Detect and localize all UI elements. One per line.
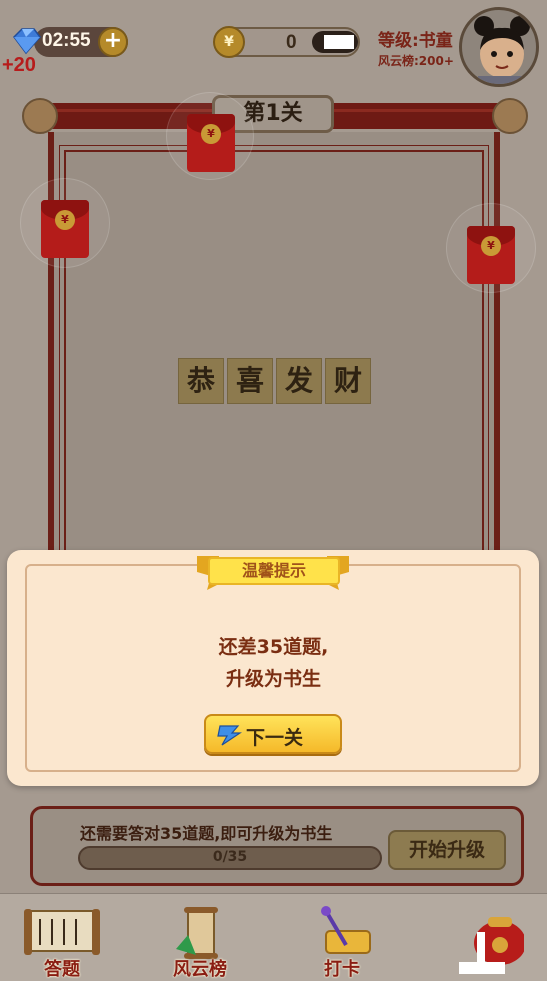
- nav-item-answer[interactable]: 答题: [2, 893, 122, 981]
- dialog-message-line2: 升级为书生: [225, 668, 321, 690]
- upgrade-hint: 还需要答对35道题,即可升级为书生: [80, 824, 333, 843]
- energy-delta: +20: [2, 54, 36, 76]
- envelope-seal-icon: ¥: [481, 236, 501, 256]
- coin-icon: ¥: [213, 26, 245, 58]
- redacted-icon: [312, 31, 358, 53]
- countdown-timer: 02:55: [42, 30, 91, 51]
- red-envelope-icon[interactable]: ¥: [467, 226, 515, 284]
- answer-char-4[interactable]: 财: [325, 358, 371, 404]
- red-envelope-icon[interactable]: ¥: [41, 200, 89, 258]
- avatar-face-icon: [474, 16, 530, 84]
- nav-item-checkin[interactable]: 打卡: [282, 893, 402, 981]
- redacted-icon: [459, 932, 505, 974]
- nav-label-checkin: 打卡: [324, 959, 360, 980]
- upgrade-progress-label: 0/35: [212, 849, 248, 865]
- answer-char-3[interactable]: 发: [276, 358, 322, 404]
- envelope-seal-icon: ¥: [55, 210, 75, 230]
- dialog-message-line1: 还差35道题,: [218, 636, 329, 658]
- envelope-seal-icon: ¥: [201, 124, 221, 144]
- nav-label-answer: 答题: [44, 959, 80, 980]
- avatar[interactable]: [459, 7, 539, 87]
- diamond-icon: [13, 28, 41, 55]
- start-upgrade-button[interactable]: 开始升级: [388, 830, 506, 870]
- answer-char-1[interactable]: 恭: [178, 358, 224, 404]
- dialog-title: 温馨提示: [208, 557, 340, 585]
- rank-board: 风云榜:200+: [378, 54, 454, 68]
- next-level-button[interactable]: 下一关: [204, 714, 342, 754]
- lightning-icon: [217, 725, 242, 746]
- rank-level: 等级:书童: [378, 31, 453, 51]
- next-level-label: 下一关: [246, 727, 304, 749]
- answer-char-2[interactable]: 喜: [227, 358, 273, 404]
- nav-label-ranking: 风云榜: [173, 959, 227, 980]
- red-envelope-icon[interactable]: ¥: [187, 114, 235, 172]
- add-energy-button[interactable]: +: [98, 27, 128, 57]
- board-inner-border: [59, 145, 489, 575]
- coin-balance: 0: [286, 32, 297, 53]
- nav-item-ranking[interactable]: 风云榜: [140, 893, 260, 981]
